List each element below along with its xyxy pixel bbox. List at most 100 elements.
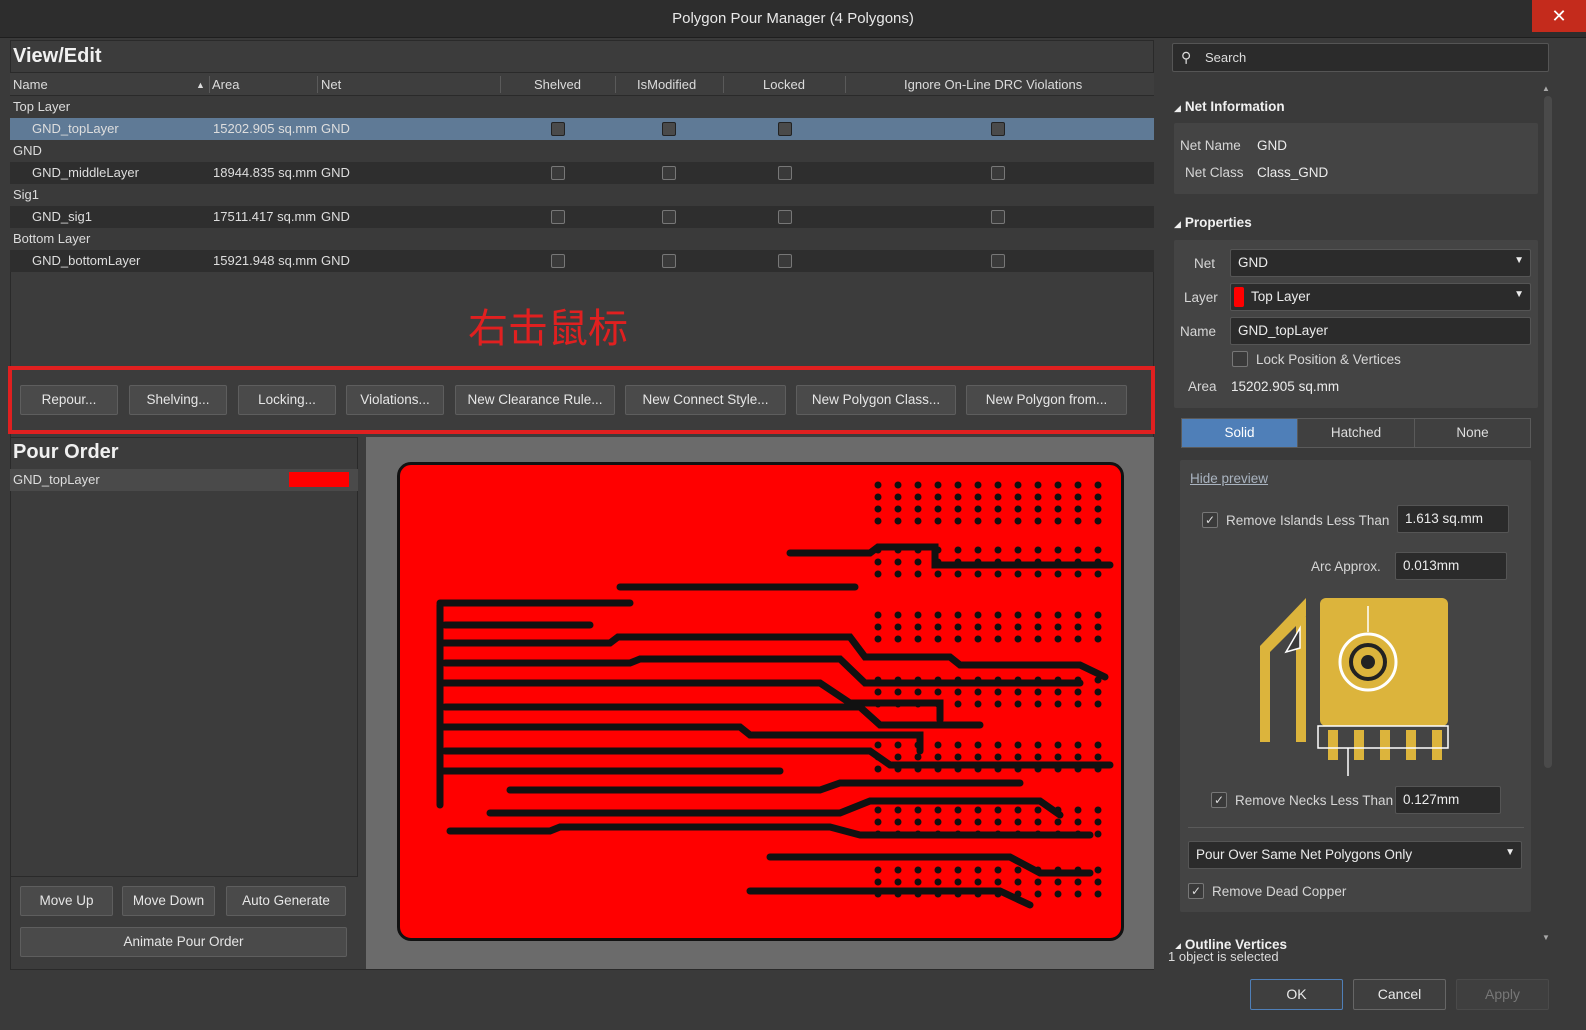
net-dropdown[interactable]: GND ▼ <box>1230 249 1531 277</box>
via-pad <box>994 517 1002 525</box>
ignore-drc-checkbox[interactable] <box>991 254 1005 268</box>
arc-approx-label: Arc Approx. <box>1311 559 1381 574</box>
locked-checkbox[interactable] <box>778 210 792 224</box>
ok-button[interactable]: OK <box>1250 979 1343 1010</box>
table-row[interactable]: GND_topLayer 15202.905 sq.mm GND <box>10 118 1154 140</box>
name-field[interactable]: GND_topLayer <box>1230 317 1531 345</box>
group-row-bottom-layer[interactable]: Bottom Layer <box>10 228 1154 250</box>
table-row[interactable]: GND_sig1 17511.417 sq.mm GND <box>10 206 1154 228</box>
new-polygon-from-button[interactable]: New Polygon from... <box>966 385 1127 415</box>
remove-necks-field[interactable]: 0.127mm <box>1395 786 1501 814</box>
shelved-checkbox[interactable] <box>551 166 565 180</box>
via-pad <box>974 493 982 501</box>
animate-pour-order-button[interactable]: Animate Pour Order <box>20 927 347 957</box>
scroll-up-icon[interactable]: ▲ <box>1542 84 1550 93</box>
net-information-heading[interactable]: ◢ Net Information <box>1174 99 1285 114</box>
via-pad <box>1034 806 1042 814</box>
auto-generate-button[interactable]: Auto Generate <box>226 886 346 916</box>
lock-vertices-checkbox[interactable] <box>1232 351 1248 367</box>
remove-necks-checkbox[interactable]: ✓ <box>1211 792 1227 808</box>
via-pad <box>1034 741 1042 749</box>
group-row-gnd[interactable]: GND <box>10 140 1154 162</box>
inspector-scrollbar[interactable] <box>1544 96 1552 768</box>
pour-over-dropdown[interactable]: Pour Over Same Net Polygons Only ▼ <box>1188 841 1522 869</box>
via-pad <box>934 517 942 525</box>
via-pad <box>914 635 922 643</box>
via-pad <box>1074 546 1082 554</box>
via-pad <box>874 570 882 578</box>
col-ignore-drc[interactable]: Ignore On-Line DRC Violations <box>904 77 1082 92</box>
shelving-button[interactable]: Shelving... <box>129 385 227 415</box>
via-pad <box>874 866 882 874</box>
locked-checkbox[interactable] <box>778 166 792 180</box>
ignore-drc-checkbox[interactable] <box>991 122 1005 136</box>
col-area[interactable]: Area <box>212 77 239 92</box>
via-pad <box>934 635 942 643</box>
ismodified-checkbox[interactable] <box>662 122 676 136</box>
close-button[interactable]: ✕ <box>1532 0 1586 32</box>
via-pad <box>874 878 882 886</box>
cancel-button[interactable]: Cancel <box>1353 979 1446 1010</box>
locked-checkbox[interactable] <box>778 122 792 136</box>
shelved-checkbox[interactable] <box>551 254 565 268</box>
ismodified-checkbox[interactable] <box>662 166 676 180</box>
shelved-checkbox[interactable] <box>551 122 565 136</box>
via-pad <box>874 493 882 501</box>
ignore-drc-checkbox[interactable] <box>991 210 1005 224</box>
ismodified-checkbox[interactable] <box>662 210 676 224</box>
search-box[interactable]: ⚲ Search <box>1172 43 1549 72</box>
locking-button[interactable]: Locking... <box>238 385 336 415</box>
locked-checkbox[interactable] <box>778 254 792 268</box>
group-row-top-layer[interactable]: Top Layer <box>10 96 1154 118</box>
new-clearance-rule-button[interactable]: New Clearance Rule... <box>455 385 615 415</box>
table-row[interactable]: GND_bottomLayer 15921.948 sq.mm GND <box>10 250 1154 272</box>
properties-heading[interactable]: ◢ Properties <box>1174 215 1252 230</box>
fill-mode-solid[interactable]: Solid <box>1181 418 1298 448</box>
search-icon: ⚲ <box>1181 49 1192 65</box>
search-input[interactable]: Search <box>1205 50 1246 65</box>
col-shelved[interactable]: Shelved <box>534 77 581 92</box>
repour-button[interactable]: Repour... <box>20 385 118 415</box>
move-up-button[interactable]: Move Up <box>20 886 113 916</box>
via-pad <box>1014 806 1022 814</box>
col-locked[interactable]: Locked <box>763 77 805 92</box>
arc-approx-field[interactable]: 0.013mm <box>1395 552 1507 580</box>
via-pad <box>874 688 882 696</box>
via-pad <box>1074 753 1082 761</box>
ismodified-checkbox[interactable] <box>662 254 676 268</box>
via-pad <box>1094 830 1102 838</box>
col-ismodified[interactable]: IsModified <box>637 77 696 92</box>
via-pad <box>954 611 962 619</box>
fill-mode-none[interactable]: None <box>1414 418 1531 448</box>
shelved-checkbox[interactable] <box>551 210 565 224</box>
via-pad <box>974 700 982 708</box>
via-pad <box>1014 493 1022 501</box>
remove-islands-field[interactable]: 1.613 sq.mm <box>1397 505 1509 533</box>
col-net[interactable]: Net <box>321 77 341 92</box>
via-pad <box>1054 741 1062 749</box>
layer-dropdown[interactable]: Top Layer ▼ <box>1230 283 1531 311</box>
list-item[interactable]: GND_topLayer <box>10 469 358 491</box>
remove-dead-copper-checkbox[interactable]: ✓ <box>1188 883 1204 899</box>
ignore-drc-checkbox[interactable] <box>991 166 1005 180</box>
move-down-button[interactable]: Move Down <box>122 886 215 916</box>
new-polygon-class-button[interactable]: New Polygon Class... <box>796 385 956 415</box>
col-name[interactable]: Name <box>13 77 48 92</box>
via-pad <box>1034 688 1042 696</box>
sort-asc-icon: ▲ <box>196 80 205 90</box>
violations-button[interactable]: Violations... <box>346 385 444 415</box>
apply-button[interactable]: Apply <box>1456 979 1549 1010</box>
new-connect-style-button[interactable]: New Connect Style... <box>625 385 786 415</box>
hide-preview-link[interactable]: Hide preview <box>1190 471 1268 486</box>
scroll-down-icon[interactable]: ▼ <box>1542 933 1550 942</box>
via-pad <box>1074 878 1082 886</box>
group-row-sig1[interactable]: Sig1 <box>10 184 1154 206</box>
fill-mode-hatched[interactable]: Hatched <box>1297 418 1415 448</box>
layer-label: Layer <box>1184 290 1218 305</box>
via-pad <box>914 806 922 814</box>
remove-islands-checkbox[interactable]: ✓ <box>1202 512 1218 528</box>
polygon-area: 17511.417 sq.mm <box>213 209 317 224</box>
via-pad <box>1034 481 1042 489</box>
outline-vertices-heading[interactable]: ◢ Outline Vertices <box>1174 937 1287 949</box>
table-row[interactable]: GND_middleLayer 18944.835 sq.mm GND <box>10 162 1154 184</box>
